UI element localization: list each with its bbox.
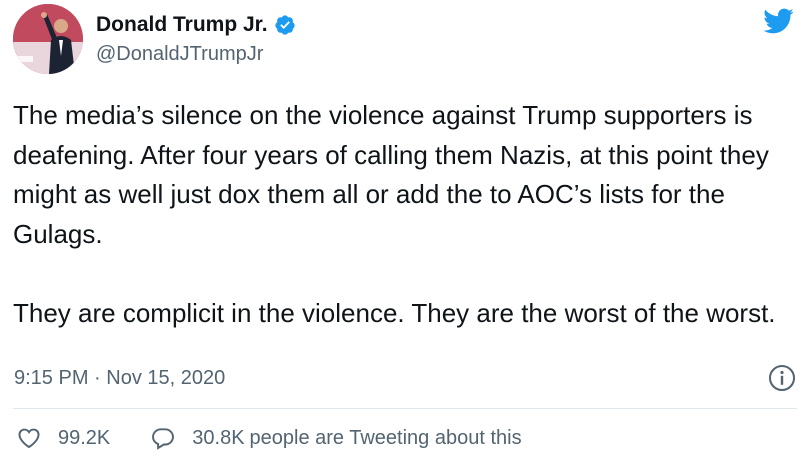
author-block: Donald Trump Jr. @DonaldJTrumpJr: [96, 13, 296, 66]
tweet-paragraph: The media’s silence on the violence agai…: [13, 100, 769, 249]
tweet-text: The media’s silence on the violence agai…: [13, 96, 798, 333]
avatar[interactable]: [13, 4, 83, 74]
profile-photo: [13, 4, 83, 74]
author-handle[interactable]: @DonaldJTrumpJr: [96, 43, 296, 66]
tweet-paragraph: They are complicit in the violence. They…: [13, 297, 776, 328]
speech-bubble-icon: [152, 428, 175, 450]
like-count: 99.2K: [58, 426, 111, 449]
tweet-timestamp[interactable]: 9:15 PM · Nov 15, 2020: [14, 367, 225, 390]
like-action[interactable]: 99.2K: [16, 425, 110, 451]
divider: [13, 408, 797, 409]
twitter-bird-icon[interactable]: [760, 5, 796, 37]
reply-suffix: people are Tweeting about this: [249, 426, 522, 449]
reply-count: 30.8K: [192, 426, 245, 449]
tweet-actions: 99.2K 30.8K people are Tweeting about th…: [16, 425, 522, 451]
reply-action[interactable]: 30.8K people are Tweeting about this: [150, 425, 522, 451]
author-name-row: Donald Trump Jr.: [96, 13, 296, 37]
verified-badge-icon: [274, 14, 296, 36]
heart-icon: [18, 428, 40, 449]
display-name[interactable]: Donald Trump Jr.: [96, 13, 268, 37]
info-icon[interactable]: [768, 364, 796, 392]
